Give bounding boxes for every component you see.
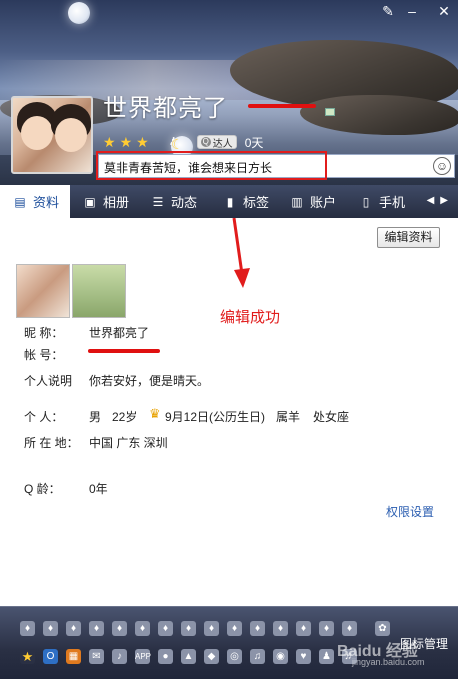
diamond-icon[interactable]: ♦ — [66, 621, 81, 636]
diamond-icon[interactable]: ♦ — [204, 621, 219, 636]
gender-value: 男 — [89, 410, 102, 424]
annotation-arrow — [232, 218, 250, 288]
smiley-icon[interactable]: ☺ — [433, 157, 451, 175]
qage-value: 0年 — [89, 482, 108, 496]
qage-label: Q 龄： — [24, 482, 61, 496]
nickname-value: 世界都亮了 — [89, 326, 150, 340]
service-icon-bar: ♦ ♦ ♦ ♦ ♦ ♦ ♦ ♦ ♦ ♦ ♦ ♦ ♦ ♦ ♦ ✿ ★ O ▦ ✉ … — [0, 606, 458, 679]
tab-label: 相册 — [103, 195, 130, 210]
skin-icon[interactable]: ✎ — [378, 3, 398, 19]
profile-header: ✎ – ✕ 世界都亮了 ☾ ★ ★ ★ ♟ Q达人 0天 莫非青春苦短，谁会想来… — [0, 0, 458, 185]
diamond-icon[interactable]: ♦ — [158, 621, 173, 636]
tab-scroll-arrows[interactable]: ◀▶ — [427, 195, 454, 206]
location-label: 所 在 地： — [24, 436, 79, 450]
constellation-value: 处女座 — [313, 410, 350, 424]
watermark-url: jingyan.baidu.com — [352, 657, 425, 667]
diamond-icon[interactable]: ♦ — [250, 621, 265, 636]
app-icon[interactable]: APP — [135, 649, 151, 664]
mail-icon[interactable]: ✉ — [89, 649, 104, 664]
talent-badge-icon: Q — [200, 137, 211, 147]
personal-label: 个 人： — [24, 410, 64, 424]
diamond-icon[interactable]: ♦ — [319, 621, 334, 636]
diamond-icon[interactable]: ♦ — [20, 621, 35, 636]
diamond-icon[interactable]: ♦ — [296, 621, 311, 636]
chat-icon[interactable]: ● — [158, 649, 173, 664]
list-icon: ☰ — [152, 194, 164, 209]
redaction-mark — [248, 104, 316, 108]
talent-badge[interactable]: Q 达人 — [196, 135, 237, 150]
edit-profile-button[interactable]: 编辑资料 — [377, 227, 440, 248]
tab-account[interactable]: ▥ 账户 — [289, 185, 336, 218]
tab-feed[interactable]: ☰ 动态 — [150, 185, 197, 218]
tab-tags[interactable]: ▮ 标签 — [222, 185, 269, 218]
diamond-icon[interactable]: ♦ — [89, 621, 104, 636]
music-icon[interactable]: ♫ — [250, 649, 265, 664]
bio-value: 你若安好，便是晴天。 — [89, 374, 210, 388]
profile-nickname: 世界都亮了 — [103, 95, 228, 122]
camera-icon[interactable]: ◉ — [273, 649, 288, 664]
avatar-thumbnail[interactable] — [16, 264, 70, 318]
briefcase-icon: ▥ — [291, 194, 303, 209]
star-level-icon: ★ — [103, 134, 116, 150]
diamond-icon[interactable]: ♦ — [181, 621, 196, 636]
tab-label: 资料 — [33, 195, 60, 210]
id-card-icon: ▤ — [14, 194, 26, 209]
permission-settings-link[interactable]: 权限设置 — [386, 503, 434, 520]
signature-highlight-box — [96, 151, 327, 180]
redaction-mark — [88, 349, 160, 353]
star-level-icon: ★ — [136, 134, 149, 150]
edit-success-annotation: 编辑成功 — [220, 309, 281, 326]
talent-badge-label: 达人 — [212, 138, 233, 150]
diamond-icon[interactable]: ♦ — [273, 621, 288, 636]
photo-icon: ▣ — [84, 194, 96, 209]
tab-label: 账户 — [310, 195, 337, 210]
location-value: 中国 广东 深圳 — [89, 436, 168, 450]
close-icon[interactable]: ✕ — [434, 3, 454, 19]
penguin-icon[interactable]: ♟ — [319, 649, 334, 664]
nickname-label: 昵 称： — [24, 326, 64, 340]
outlook-icon[interactable]: O — [43, 649, 58, 664]
star-level-icon: ★ — [119, 134, 133, 150]
days-count: 0天 — [244, 135, 264, 150]
diamond-icon[interactable]: ♦ — [342, 621, 357, 636]
zodiac-value: 属羊 — [276, 410, 301, 424]
graduation-icon[interactable]: ▲ — [181, 649, 196, 664]
avatar-thumbnail[interactable] — [72, 264, 126, 318]
moon-decoration — [68, 2, 90, 24]
diamond-icon[interactable]: ♦ — [227, 621, 242, 636]
crown-icon: ♛ — [149, 406, 161, 421]
diamond-icon[interactable]: ♦ — [112, 621, 127, 636]
tab-label: 动态 — [171, 195, 198, 210]
paw-icon[interactable]: ✿ — [375, 621, 390, 636]
tab-phone[interactable]: ▯ 手机 — [358, 185, 405, 218]
tab-bar: ▤ 资料 ▣ 相册 ☰ 动态 ▮ 标签 ▥ 账户 ▯ 手机 ◀▶ — [0, 185, 458, 218]
bookmark-icon: ▮ — [226, 194, 234, 209]
diamond-icon[interactable]: ♦ — [43, 621, 58, 636]
heart-icon[interactable]: ♥ — [296, 649, 311, 664]
game-icon[interactable]: ◎ — [227, 649, 242, 664]
diamond-icon[interactable]: ♦ — [135, 621, 150, 636]
age-value: 22岁 — [112, 410, 138, 424]
shop-icon[interactable]: ▦ — [66, 649, 81, 664]
mail-icon[interactable] — [325, 108, 335, 116]
tab-label: 手机 — [379, 195, 406, 210]
bio-label: 个人说明 — [24, 374, 73, 388]
avatar-thumbnails — [16, 264, 126, 318]
icon-management-button[interactable]: 图标管理 — [400, 635, 448, 652]
music-icon[interactable]: ♪ — [112, 649, 127, 664]
birthday-value: 9月12日(公历生日) — [165, 410, 266, 424]
minimize-icon[interactable]: – — [402, 3, 422, 19]
level-row: ☾ ★ ★ ★ ♟ Q达人 0天 — [103, 134, 264, 158]
profile-content: 编辑资料 编辑成功 昵 称： 世界都亮了 帐 号： 个人说明 你若安好，便是晴天… — [0, 218, 458, 606]
tab-profile[interactable]: ▤ 资料 — [0, 185, 70, 218]
star-icon[interactable]: ★ — [20, 649, 35, 664]
phone-icon: ▯ — [362, 194, 370, 209]
account-label: 帐 号： — [24, 348, 64, 362]
shield-icon[interactable]: ◆ — [204, 649, 219, 664]
tab-label: 标签 — [243, 195, 270, 210]
avatar[interactable] — [11, 96, 93, 174]
avatar-face — [21, 116, 53, 150]
avatar-face — [55, 118, 87, 152]
tab-album[interactable]: ▣ 相册 — [82, 185, 129, 218]
